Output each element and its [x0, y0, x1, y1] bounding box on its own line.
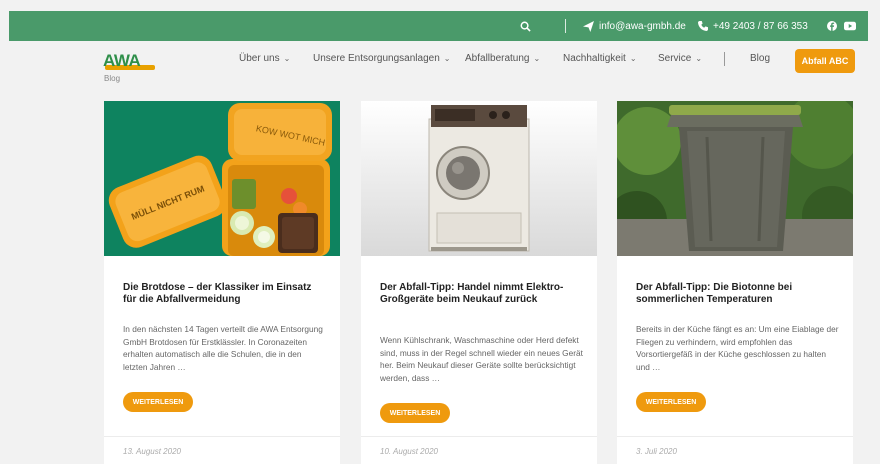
nav-label: Unsere Entsorgungsanlagen: [313, 53, 440, 64]
card-excerpt: Bereits in der Küche fängt es an: Um ein…: [636, 324, 839, 372]
card-divider: [617, 436, 853, 437]
awa-logo[interactable]: AWA: [103, 51, 155, 71]
card-divider: [104, 436, 340, 437]
nav-item-nachhaltigkeit[interactable]: Nachhaltigkeit ⌄: [563, 53, 637, 64]
breadcrumb[interactable]: Blog: [104, 74, 120, 83]
card-image-washing-machine[interactable]: [361, 101, 597, 256]
nav-item-entsorgungsanlagen[interactable]: Unsere Entsorgungsanlagen ⌄: [313, 53, 450, 64]
paper-plane-icon: [583, 20, 594, 32]
read-more-button[interactable]: WEITERLESEN: [380, 403, 450, 423]
blog-card: Der Abfall-Tipp: Die Biotonne bei sommer…: [617, 101, 853, 464]
card-title[interactable]: Der Abfall-Tipp: Handel nimmt Elektro-Gr…: [380, 282, 584, 306]
card-title[interactable]: Der Abfall-Tipp: Die Biotonne bei sommer…: [636, 282, 840, 306]
logo-text: AWA: [103, 51, 141, 70]
card-excerpt: In den nächsten 14 Tagen verteilt die AW…: [123, 324, 323, 372]
email-link[interactable]: info@awa-gmbh.de: [583, 11, 686, 41]
facebook-icon: [827, 21, 837, 31]
card-title[interactable]: Die Brotdose – der Klassiker im Einsatz …: [123, 282, 327, 306]
main-header: AWA Über uns ⌄ Unsere Entsorgungsanlagen…: [9, 41, 868, 88]
nav-label: Abfallberatung: [465, 53, 530, 64]
search-icon: [520, 21, 531, 32]
email-text: info@awa-gmbh.de: [599, 20, 686, 32]
nav-separator: [724, 52, 725, 66]
nav-item-blog[interactable]: Blog: [750, 53, 770, 64]
card-date: 3. Juli 2020: [636, 447, 677, 456]
read-more-button[interactable]: WEITERLESEN: [636, 392, 706, 412]
nav-label: Service: [658, 53, 692, 64]
chevron-down-icon: ⌄: [283, 54, 291, 63]
card-date: 10. August 2020: [380, 447, 438, 456]
card-date: 13. August 2020: [123, 447, 181, 456]
lunchbox-image: KOW WOT MICH MÜLL NICHT RUM: [104, 101, 340, 256]
nav-label: Blog: [750, 53, 771, 64]
chevron-down-icon: ⌄: [695, 54, 703, 63]
phone-icon: [698, 21, 708, 31]
abfall-abc-button[interactable]: Abfall ABC: [795, 49, 855, 73]
blog-card: KOW WOT MICH MÜLL NICHT RUM Die Brotdose…: [104, 101, 340, 464]
chevron-down-icon: ⌄: [629, 54, 637, 63]
youtube-icon: [844, 21, 856, 31]
top-contact-bar: info@awa-gmbh.de +49 2403 / 87 66 353: [9, 11, 868, 41]
phone-text: +49 2403 / 87 66 353: [713, 20, 808, 32]
nav-label: Über uns: [239, 53, 280, 64]
nav-item-service[interactable]: Service ⌄: [658, 53, 702, 64]
nav-item-abfallberatung[interactable]: Abfallberatung ⌄: [465, 53, 540, 64]
nav-label: Nachhaltigkeit: [563, 53, 626, 64]
phone-link[interactable]: +49 2403 / 87 66 353: [698, 11, 808, 41]
topbar-separator: [565, 19, 566, 33]
card-image-biotonne[interactable]: [617, 101, 853, 256]
nav-item-ueber-uns[interactable]: Über uns ⌄: [239, 53, 290, 64]
facebook-link[interactable]: [827, 11, 837, 41]
chevron-down-icon: ⌄: [533, 54, 541, 63]
washing-machine-image: [361, 101, 597, 256]
card-image-lunchbox[interactable]: KOW WOT MICH MÜLL NICHT RUM: [104, 101, 340, 256]
search-button[interactable]: [520, 11, 531, 41]
chevron-down-icon: ⌄: [443, 54, 451, 63]
youtube-link[interactable]: [844, 11, 856, 41]
biotonne-image: [617, 101, 853, 256]
card-divider: [361, 436, 597, 437]
card-excerpt: Wenn Kühlschrank, Waschmaschine oder Her…: [380, 335, 583, 383]
blog-card: Der Abfall-Tipp: Handel nimmt Elektro-Gr…: [361, 101, 597, 464]
read-more-button[interactable]: WEITERLESEN: [123, 392, 193, 412]
